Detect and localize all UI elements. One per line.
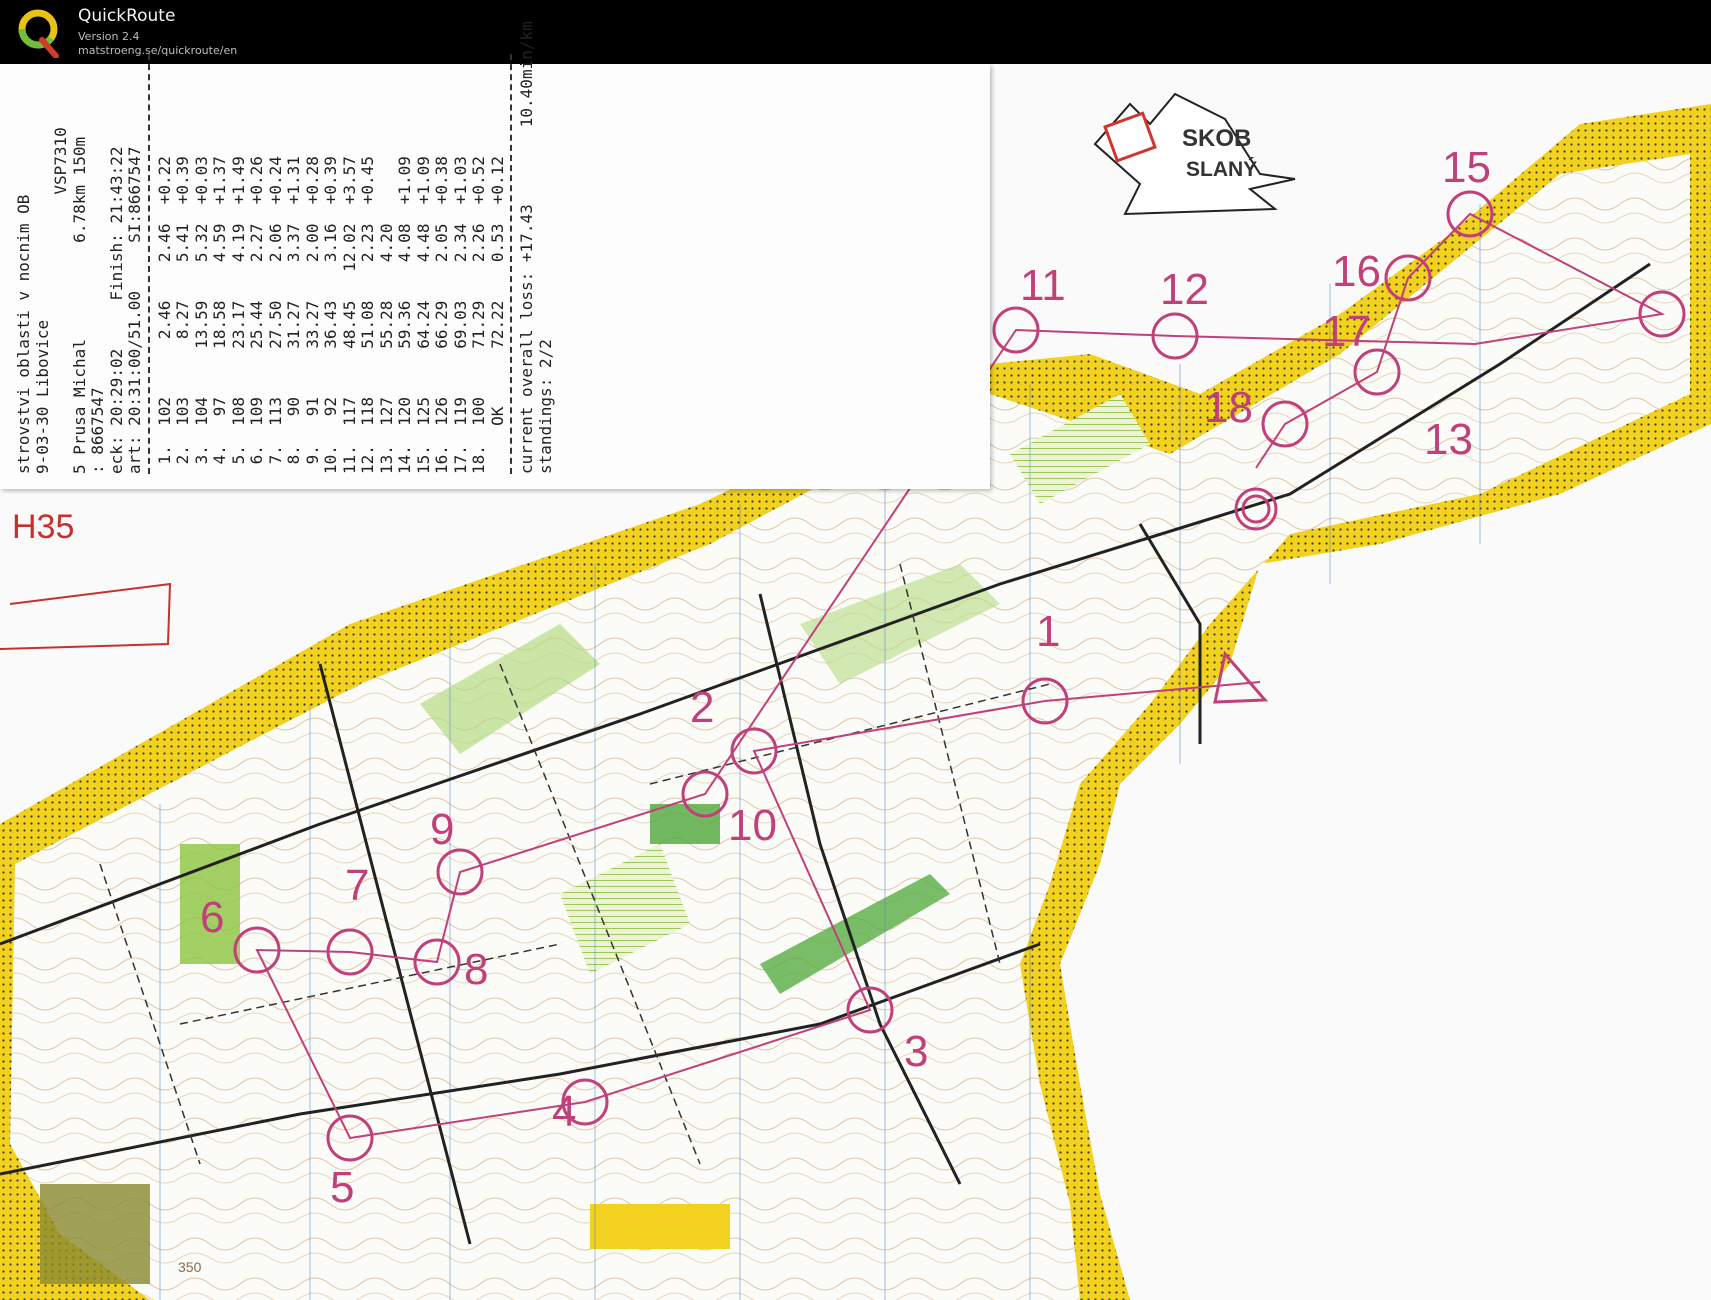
control-number: 7 (345, 861, 369, 910)
quickroute-logo-icon (18, 9, 59, 58)
start-triangle (1213, 650, 1269, 704)
receipt-footer-line: current overall loss: +17.43 10.40min/km (517, 21, 536, 474)
green-patch (650, 804, 720, 844)
receipt-header-line: 5 Prusa Michal 6.78km 150m (69, 136, 89, 474)
split-receipt: strovstvi oblasti v nocnim OB 9-03-30 Lib… (0, 21, 990, 489)
elevation-label: 350 (178, 1259, 202, 1275)
receipt-footer-line: standings: 2/2 (535, 339, 555, 474)
split-row: 11. 117 48.45 12.02 +3.57 (339, 156, 359, 474)
logo-text-skob: SKOB (1182, 125, 1251, 152)
receipt-text: strovstvi oblasti v nocnim OB 9-03-30 Lib… (14, 21, 865, 474)
receipt-header-line: strovstvi oblasti v nocnim OB (14, 194, 33, 474)
split-row: 7. 113 27.50 2.06 +0.24 (265, 156, 285, 474)
split-row: 15. 125 64.24 4.48 +1.09 (413, 156, 433, 474)
split-row: 4. 97 18.58 4.59 +1.37 (210, 156, 229, 474)
control-number: 17 (1322, 307, 1371, 356)
split-row: OK 72.22 0.53 +0.12 (487, 156, 507, 474)
control-number: 12 (1160, 265, 1209, 314)
receipt-header-line: : 8667547 (88, 387, 107, 474)
field-patch (590, 1204, 730, 1249)
split-row: 6. 109 25.44 2.27 +0.26 (247, 156, 266, 474)
control-number: 15 (1442, 143, 1491, 192)
category-label: H35 (12, 508, 74, 546)
control-number: 13 (1424, 415, 1473, 464)
split-row: 10. 92 36.43 3.16 +0.39 (321, 156, 340, 474)
control-number: 4 (552, 1087, 576, 1136)
app-version: Version 2.4 (78, 30, 140, 43)
category-frame (0, 582, 172, 650)
control-number: 6 (200, 893, 224, 942)
split-row: 5. 108 23.17 4.19 +1.49 (228, 156, 248, 474)
logo-text-slany: SLANÝ (1186, 157, 1257, 181)
receipt-separator (147, 54, 153, 474)
receipt-header-line: art: 20:31:00/51.00 SI:8667547 (125, 146, 144, 474)
receipt-header-line: 9-03-30 Libovice (32, 319, 52, 474)
settlement-area (40, 1184, 150, 1284)
control-number: 11 (1020, 261, 1066, 310)
control-number: 5 (330, 1163, 354, 1212)
club-logo: SKOB SLANÝ (1093, 92, 1296, 216)
split-row: 18. 100 71.29 2.26 +0.52 (469, 156, 488, 474)
split-row: 16. 126 66.29 2.05 +0.38 (432, 156, 451, 474)
control-number: 2 (690, 683, 714, 732)
split-row: 3. 104 13.59 5.32 +0.03 (191, 156, 211, 474)
control-number: 18 (1204, 383, 1253, 432)
control-number: 10 (728, 801, 777, 850)
split-row: 8. 90 31.27 3.37 +1.31 (284, 156, 303, 474)
control-number: 1 (1036, 607, 1060, 656)
split-row: 1. 102 2.46 2.46 +0.22 (154, 156, 174, 474)
split-row: 2. 103 8.27 5.41 +0.39 (173, 156, 192, 474)
split-row: 17. 119 69.03 2.34 +1.03 (450, 156, 470, 474)
control-number: 9 (430, 805, 454, 854)
control-number: 16 (1332, 247, 1381, 296)
control-number: 3 (904, 1027, 928, 1076)
split-row: 9. 91 33.27 2.00 +0.28 (302, 156, 322, 474)
receipt-separator (510, 54, 515, 474)
split-row: 12. 118 51.08 2.23 +0.45 (358, 156, 377, 474)
app-title: QuickRoute (78, 6, 176, 26)
split-row: 13. 127 55.28 4.20 (376, 223, 396, 474)
control-number: 8 (464, 945, 488, 994)
split-row: 14. 120 59.36 4.08 +1.09 (395, 156, 414, 474)
receipt-header-line: VSP7310 (51, 127, 70, 474)
receipt-header-line: eck: 20:29:02 Finish: 21:43:22 (106, 146, 126, 474)
